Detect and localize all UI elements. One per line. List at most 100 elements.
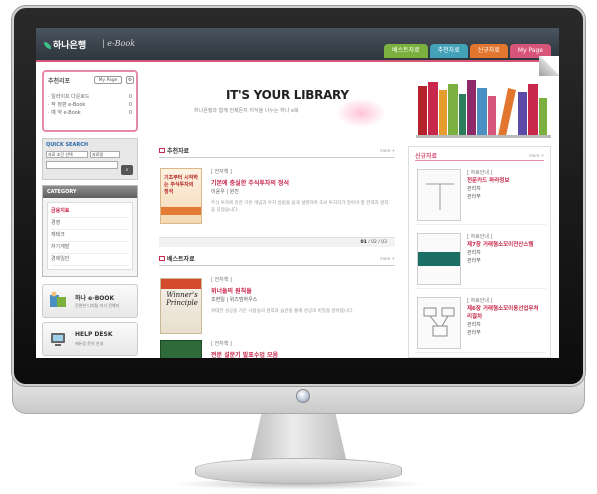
list-item[interactable]: · 예 약 e-Book 0 (48, 109, 132, 117)
new-book-tag: [ 자료안내 ] (467, 234, 493, 240)
books-illustration (416, 80, 551, 138)
new-book-meta: 관리자 (467, 322, 481, 328)
header-divider (36, 60, 559, 62)
category-item[interactable]: 재테크 (51, 230, 129, 242)
mypage-button[interactable]: My Page (94, 76, 122, 84)
monitor-neck (250, 413, 347, 463)
new-book-thumb[interactable] (417, 297, 461, 349)
pager-current[interactable]: 01 (361, 240, 367, 245)
search-input[interactable] (46, 161, 118, 169)
best-book-desc: 위대한 성공을 거둔 사람들의 원칙과 습관을 통해 성공의 비밀을 알아봅니다… (211, 309, 354, 314)
best-book-author: 조현일 | 위즈덤하우스 (211, 297, 258, 303)
promo-helpdesk-subtitle: 에듀링 문의 안내 (75, 341, 104, 346)
new-books-panel: 신규자료 more + [ 자료안내 ] 전문카드 파라정보 관리자 관리부 [… (408, 146, 551, 358)
new-book-tag: [ 자료안내 ] (467, 298, 493, 304)
new-book-meta: 관리부 (467, 194, 481, 200)
recommended-book-cover[interactable]: 기초부터 시작하는 주식투자의 정석 (160, 168, 202, 224)
category-item[interactable]: 자기계발 (51, 242, 129, 254)
promo-ebook-title: 하나 e-BOOK (75, 295, 115, 302)
book-icon (159, 148, 165, 153)
cover-band (161, 279, 201, 289)
new-book-meta: 관리부 (467, 330, 481, 336)
best-label: 베스트자료 (167, 256, 195, 263)
category-item[interactable]: 경영 (51, 218, 129, 230)
settings-icon[interactable]: ⚙ (126, 76, 134, 84)
new-book-item[interactable]: [ 자료안내 ] 제6장 거래형소모이동선업무처리절차 관리자 관리부 (415, 293, 546, 353)
category-box: CATEGORY 금융지료 경영 재테크 자기계발 경제일반 (42, 185, 138, 277)
site-logo[interactable]: 하나은행 (44, 38, 86, 51)
screen: 하나은행 | e-Book 베스트자료 추천자료 신규자료 My Page 추천… (36, 28, 559, 358)
diagram-icon (423, 307, 455, 337)
recommended-section-header: 추천자료 more + (159, 146, 395, 158)
best-book2-title[interactable]: 전문 설문기 발표수업 모음 (211, 350, 278, 358)
new-books-more-link[interactable]: more + (529, 153, 544, 158)
new-book-tag: [ 자료안내 ] (467, 170, 493, 176)
category-item[interactable]: 경제일반 (51, 254, 129, 266)
pager-rest[interactable]: / 02 / 03 (368, 240, 387, 245)
new-book-title[interactable]: 제6장 거래형소모이동선업무처리절차 (467, 305, 543, 321)
recommended-label: 추천자료 (167, 148, 190, 155)
top-bar: 하나은행 | e-Book 베스트자료 추천자료 신규자료 My Page (36, 28, 559, 60)
search-field-select[interactable]: 자료명 (90, 151, 120, 158)
power-button[interactable] (296, 389, 310, 403)
category-title: CATEGORY (43, 186, 137, 198)
best-book-title[interactable]: 위너들의 원칙들 (211, 286, 252, 295)
recommend-box: 추천리포 My Page ⚙ · 일라이프 다운로드 0 · 작 정판 e-Boo… (42, 70, 138, 132)
monitor-foot (195, 458, 402, 484)
list-item[interactable]: · 일라이프 다운로드 0 (48, 93, 132, 101)
tab-recommended[interactable]: 추천자료 (429, 44, 468, 58)
recommended-cover-title: 기초부터 시작하는 주식투자의 정석 (164, 175, 198, 195)
new-book-thumb[interactable] (417, 169, 461, 221)
new-book-item[interactable]: [ 자료안내 ] 전문카드 파라정보 관리자 관리부 (415, 165, 546, 225)
promo-ebook-subtitle: 간편한 디지털 지식 전해지 (75, 303, 120, 308)
recommend-list: · 일라이프 다운로드 0 · 작 정판 e-Book 0 · 예 약 e-Book… (48, 93, 132, 117)
list-item[interactable]: · 작 정판 e-Book 0 (48, 101, 132, 109)
new-books-header: 신규자료 more + (415, 151, 544, 161)
best-book2-tag: [ 전자책 ] (211, 341, 232, 347)
reader-icon (50, 291, 66, 307)
hero-glow (336, 98, 386, 128)
new-books-label: 신규자료 (415, 153, 438, 160)
logo-subtitle: | e-Book (102, 39, 136, 48)
recommended-book-tag: [ 전자책 ] (211, 169, 232, 175)
helpdesk-icon (51, 333, 65, 346)
recommended-more-link[interactable]: more + (380, 148, 395, 153)
hero-title: IT'S YOUR LIBRARY (226, 88, 349, 102)
new-book-meta: 관리자 (467, 186, 481, 192)
book-icon (159, 256, 165, 261)
quick-search-title: QUICK SEARCH (46, 142, 89, 148)
recommended-pager[interactable]: 01 / 02 / 03 (159, 237, 395, 247)
new-book-item[interactable]: [ 자료안내 ] 제7장 거래형소모이전산스템 관리자 관리부 (415, 229, 546, 289)
category-item[interactable]: 금융지료 (51, 206, 129, 218)
new-book-title[interactable]: 제7장 거래형소모이전산스템 (467, 241, 543, 249)
promo-helpdesk[interactable]: HELP DESK 에듀링 문의 안내 (42, 322, 138, 356)
recommended-book-desc: 주식 투자에 관한 기본 개념과 투자 방법을 쉽게 설명하며 초보 투자자가 … (211, 201, 389, 213)
leaf-icon (44, 42, 51, 49)
best-book-cover[interactable]: Winner's Principle (160, 278, 202, 334)
quick-search: QUICK SEARCH 자료 조건 선택 자료명 ⌕ (42, 138, 138, 180)
page-curl (539, 56, 559, 76)
best-book-tag: [ 전자책 ] (211, 277, 232, 283)
search-icon[interactable]: ⌕ (121, 165, 133, 175)
new-book-meta: 관리부 (467, 258, 481, 264)
promo-ebook[interactable]: 하나 e-BOOK 간편한 디지털 지식 전해지 (42, 284, 138, 318)
logo-text: 하나은행 (53, 41, 87, 51)
new-book-title[interactable]: 전문카드 파라정보 (467, 177, 509, 185)
promo-helpdesk-title: HELP DESK (75, 331, 113, 338)
cover-band (161, 207, 201, 215)
search-condition-select[interactable]: 자료 조건 선택 (46, 151, 88, 158)
tab-new[interactable]: 신규자료 (469, 44, 508, 58)
recommended-book-author: 이윤우 | 원진 (211, 189, 239, 195)
document-icon (426, 183, 454, 210)
cover-band (418, 252, 460, 266)
new-book-thumb[interactable] (417, 233, 461, 285)
main-tabs: 베스트자료 추천자료 신규자료 My Page (384, 44, 551, 58)
monitor-stage: 하나은행 | e-Book 베스트자료 추천자료 신규자료 My Page 추천… (0, 0, 597, 494)
best-book2-cover[interactable] (160, 340, 202, 358)
recommended-book-title[interactable]: 기본에 충실한 주식투자의 정석 (211, 178, 289, 187)
tab-best[interactable]: 베스트자료 (384, 44, 428, 58)
best-more-link[interactable]: more + (380, 256, 395, 261)
best-cover-title: Winner's Principle (166, 291, 198, 307)
hero-subtitle: 하나은행과 함께 언제든지 지식을 나누는 하나 e북 (194, 108, 299, 114)
best-section-header: 베스트자료 more + (159, 254, 395, 266)
